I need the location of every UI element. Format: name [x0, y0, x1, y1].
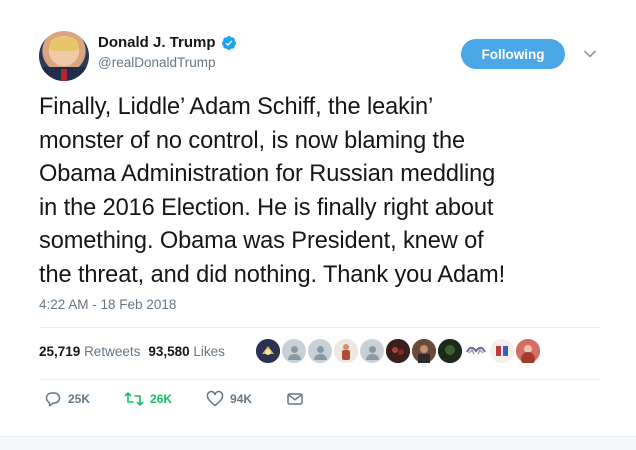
tweet-text-line: something. Obama was President, knew of [39, 228, 484, 255]
reply-count: 25K [68, 392, 91, 406]
tweet-text-line: monster of no control, is now blaming th… [39, 127, 466, 154]
heart-icon [206, 390, 224, 407]
reply-button[interactable]: 25K [44, 390, 90, 408]
tweet-text-line: Obama Administration for Russian meddlin… [39, 161, 496, 188]
retweet-count: 26K [150, 392, 173, 406]
divider [39, 327, 600, 328]
author-display-name[interactable]: Donald J. Trump [98, 34, 216, 51]
liker-avatar[interactable] [334, 339, 358, 363]
tweet-text-line: Finally, Liddle’ Adam Schiff, the leakin… [39, 94, 434, 120]
reply-icon [45, 392, 61, 407]
likers-avatars [256, 339, 540, 363]
tweet-stats: 25,719 Retweets 93,580 Likes [39, 344, 225, 359]
tweet-actions: 25K 26K 94K [44, 390, 338, 408]
divider [39, 379, 600, 380]
liker-avatar[interactable] [308, 339, 332, 363]
like-button[interactable]: 94K [206, 390, 252, 408]
page-footer-strip [0, 436, 636, 450]
liker-avatar[interactable] [490, 339, 514, 363]
avatar-tie [61, 69, 67, 81]
retweet-icon [124, 392, 144, 406]
chevron-down-icon[interactable] [583, 47, 597, 61]
liker-avatar[interactable] [386, 339, 410, 363]
liker-avatar[interactable] [412, 339, 436, 363]
author-handle[interactable]: @realDonaldTrump [98, 55, 216, 70]
liker-avatar[interactable] [360, 339, 384, 363]
likes-count: 93,580 [148, 344, 190, 359]
tweet-card: Donald J. Trump @realDonaldTrump Followi… [0, 0, 636, 436]
tweet-timestamp[interactable]: 4:22 AM - 18 Feb 2018 [39, 297, 176, 312]
envelope-icon [287, 393, 303, 405]
liker-avatar[interactable] [464, 339, 488, 363]
tweet-text-line: the threat, and did nothing. Thank you A… [39, 261, 506, 288]
likes-label: Likes [193, 344, 225, 359]
author-name-row: Donald J. Trump [98, 34, 237, 51]
like-count: 94K [230, 392, 253, 406]
liker-avatar[interactable] [516, 339, 540, 363]
liker-avatar[interactable] [256, 339, 280, 363]
following-button[interactable]: Following [461, 39, 565, 69]
retweets-stat[interactable]: 25,719 Retweets [39, 344, 140, 359]
tweet-text: Finally, Liddle’ Adam Schiff, the leakin… [39, 91, 619, 293]
retweets-count: 25,719 [39, 344, 81, 359]
avatar-hair [49, 37, 79, 51]
verified-badge-icon [221, 35, 236, 50]
direct-message-button[interactable] [286, 390, 304, 408]
likes-stat[interactable]: 93,580 Likes [148, 344, 225, 359]
retweets-label: Retweets [84, 344, 141, 359]
retweet-button[interactable]: 26K [124, 390, 172, 408]
tweet-text-line: in the 2016 Election. He is finally righ… [39, 194, 494, 221]
author-avatar[interactable] [39, 31, 89, 81]
liker-avatar[interactable] [438, 339, 462, 363]
liker-avatar[interactable] [282, 339, 306, 363]
